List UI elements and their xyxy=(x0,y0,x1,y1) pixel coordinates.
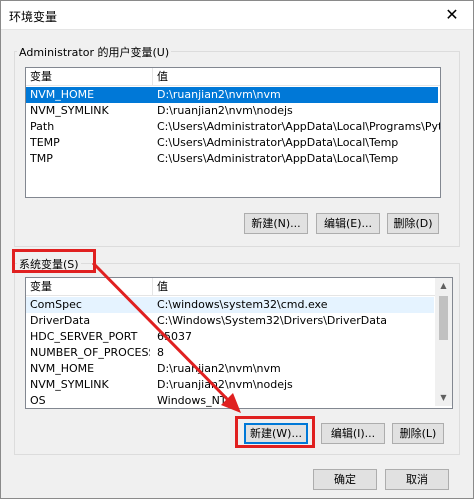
table-row[interactable]: TEMP C:\Users\Administrator\AppData\Loca… xyxy=(26,135,438,151)
table-row[interactable]: OS Windows_NT xyxy=(26,393,434,408)
row-value: C:\Users\Administrator\AppData\Local\Tem… xyxy=(157,136,399,149)
table-row[interactable]: ComSpec C:\windows\system32\cmd.exe xyxy=(26,297,434,313)
row-value: C:\Users\Administrator\AppData\Local\Pro… xyxy=(157,120,440,133)
scroll-down-icon[interactable]: ▼ xyxy=(435,390,452,406)
table-row[interactable]: NVM_HOME D:\ruanjian2\nvm\nvm xyxy=(26,87,438,103)
row-value: C:\windows\system32\cmd.exe xyxy=(157,298,328,311)
row-name: OS xyxy=(30,394,46,407)
row-name: TEMP xyxy=(30,136,60,149)
row-name: NUMBER_OF_PROCESSORS xyxy=(30,346,150,359)
column-header-value[interactable]: 值 xyxy=(153,278,435,295)
system-edit-button[interactable]: 编辑(I)... xyxy=(321,423,385,444)
vertical-scrollbar[interactable]: ▲ ▼ xyxy=(435,278,452,406)
table-row[interactable]: NUMBER_OF_PROCESSORS 8 xyxy=(26,345,434,361)
system-variables-list[interactable]: 变量 值 ComSpec C:\windows\system32\cmd.exe… xyxy=(25,277,453,409)
row-name: HDC_SERVER_PORT xyxy=(30,330,138,343)
row-value: 8 xyxy=(157,346,164,359)
row-value: C:\Windows\System32\Drivers\DriverData xyxy=(157,314,388,327)
environment-variables-dialog: 环境变量 ✕ Administrator 的用户变量(U) 变量 值 NVM_H… xyxy=(0,0,474,499)
user-delete-button[interactable]: 删除(D) xyxy=(387,213,439,234)
row-value: D:\ruanjian2\nvm\nvm xyxy=(157,362,281,375)
column-header-value[interactable]: 值 xyxy=(153,68,440,85)
system-variables-header: 变量 值 xyxy=(26,278,452,296)
column-header-name[interactable]: 变量 xyxy=(26,278,153,295)
column-header-name[interactable]: 变量 xyxy=(26,68,153,85)
row-value: Windows_NT xyxy=(157,394,227,407)
close-icon[interactable]: ✕ xyxy=(437,3,467,27)
table-row[interactable]: TMP C:\Users\Administrator\AppData\Local… xyxy=(26,151,438,167)
user-new-button[interactable]: 新建(N)... xyxy=(244,213,308,234)
row-value: C:\Users\Administrator\AppData\Local\Tem… xyxy=(157,152,399,165)
table-row[interactable]: DriverData C:\Windows\System32\Drivers\D… xyxy=(26,313,434,329)
row-name: NVM_SYMLINK xyxy=(30,378,109,391)
scroll-thumb[interactable] xyxy=(439,296,448,340)
title-bar: 环境变量 ✕ xyxy=(1,1,473,30)
row-name: NVM_HOME xyxy=(30,362,95,375)
row-name: ComSpec xyxy=(30,298,82,311)
row-name: NVM_HOME xyxy=(30,88,95,101)
user-variables-label: Administrator 的用户变量(U) xyxy=(17,44,172,60)
row-value: D:\ruanjian2\nvm\nodejs xyxy=(157,378,293,391)
row-name: NVM_SYMLINK xyxy=(30,104,109,117)
ok-button[interactable]: 确定 xyxy=(313,469,377,490)
table-row[interactable]: HDC_SERVER_PORT 65037 xyxy=(26,329,434,345)
system-delete-button[interactable]: 删除(L) xyxy=(392,423,444,444)
table-row[interactable]: Path C:\Users\Administrator\AppData\Loca… xyxy=(26,119,440,135)
user-edit-button[interactable]: 编辑(E)... xyxy=(316,213,380,234)
user-variables-header: 变量 值 xyxy=(26,68,440,86)
row-value: D:\ruanjian2\nvm\nodejs xyxy=(157,104,293,117)
user-variables-list[interactable]: 变量 值 NVM_HOME D:\ruanjian2\nvm\nvm NVM_S… xyxy=(25,67,441,198)
row-value: D:\ruanjian2\nvm\nvm xyxy=(157,88,281,101)
table-row[interactable]: NVM_SYMLINK D:\ruanjian2\nvm\nodejs xyxy=(26,103,438,119)
row-name: Path xyxy=(30,120,55,133)
row-name: DriverData xyxy=(30,314,91,327)
row-value: 65037 xyxy=(157,330,192,343)
annotation-highlight-system-label xyxy=(12,249,96,273)
table-row[interactable]: NVM_SYMLINK D:\ruanjian2\nvm\nodejs xyxy=(26,377,434,393)
scroll-up-icon[interactable]: ▲ xyxy=(435,278,452,294)
row-name: TMP xyxy=(30,152,53,165)
window-title: 环境变量 xyxy=(9,10,58,24)
table-row[interactable]: NVM_HOME D:\ruanjian2\nvm\nvm xyxy=(26,361,434,377)
cancel-button[interactable]: 取消 xyxy=(385,469,449,490)
annotation-highlight-new-button xyxy=(235,416,315,448)
